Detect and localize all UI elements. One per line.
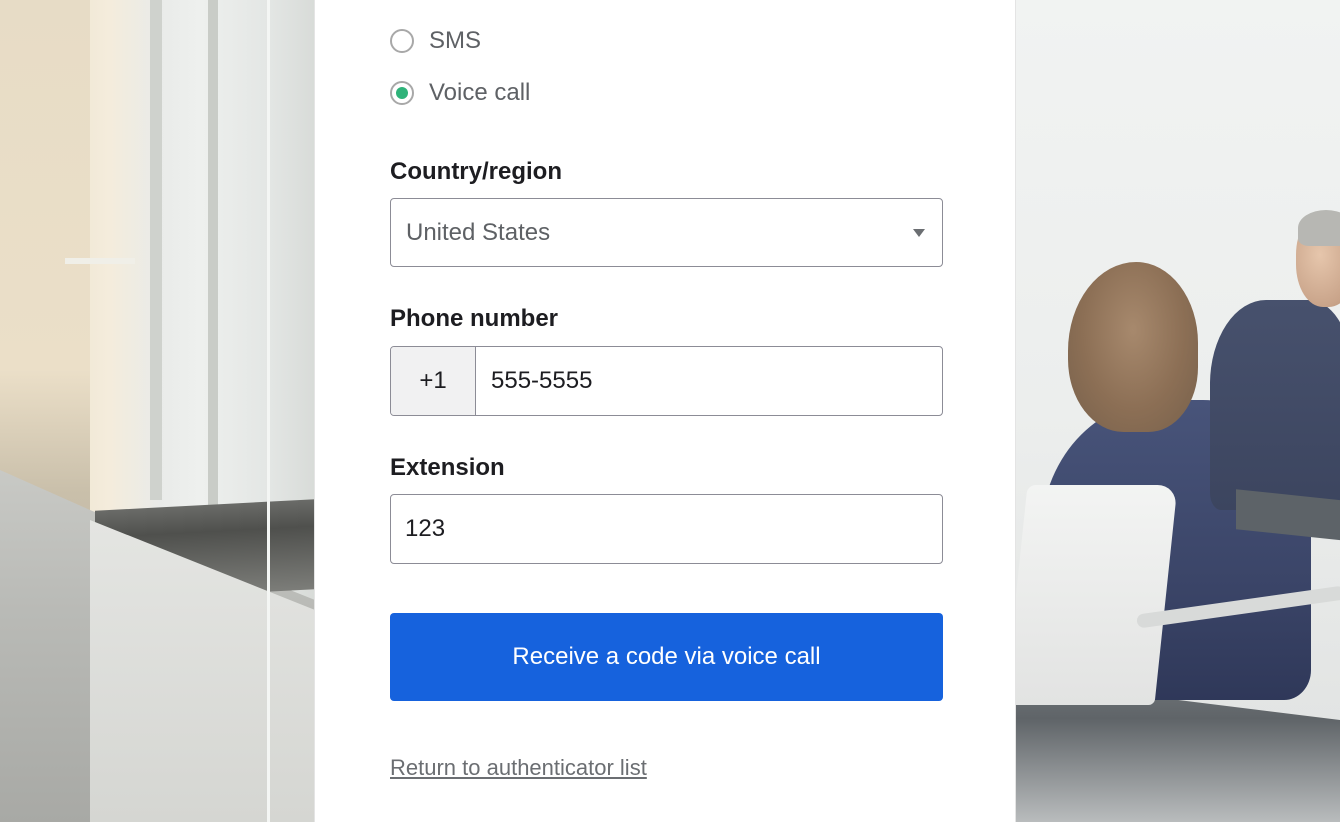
country-select[interactable]: United States <box>390 198 943 267</box>
country-select-value: United States <box>406 218 551 246</box>
country-label: Country/region <box>390 158 562 185</box>
radio-voice-call-label: Voice call <box>429 79 531 106</box>
phone-number-label: Phone number <box>390 305 559 332</box>
receive-code-button[interactable]: Receive a code via voice call <box>390 613 943 701</box>
country-code-prefix: +1 <box>391 347 476 415</box>
verification-card: SMS Voice call Country/region United Sta… <box>314 0 1016 822</box>
phone-number-input[interactable]: 555-5555 <box>476 347 942 415</box>
return-to-authenticator-list-link[interactable]: Return to authenticator list <box>390 755 647 781</box>
radio-option-sms[interactable]: SMS <box>390 27 481 55</box>
extension-input[interactable]: 123 <box>390 494 943 564</box>
radio-option-voice-call[interactable]: Voice call <box>390 79 530 107</box>
background-office-right <box>1004 0 1340 822</box>
extension-label: Extension <box>390 454 505 481</box>
radio-selected-dot <box>396 87 408 99</box>
chevron-down-icon <box>913 228 925 237</box>
radio-voice-call[interactable] <box>390 81 414 105</box>
radio-sms[interactable] <box>390 29 414 53</box>
phone-number-group: +1 555-5555 <box>390 346 943 416</box>
radio-sms-label: SMS <box>429 27 482 54</box>
background-office-left <box>0 0 315 822</box>
